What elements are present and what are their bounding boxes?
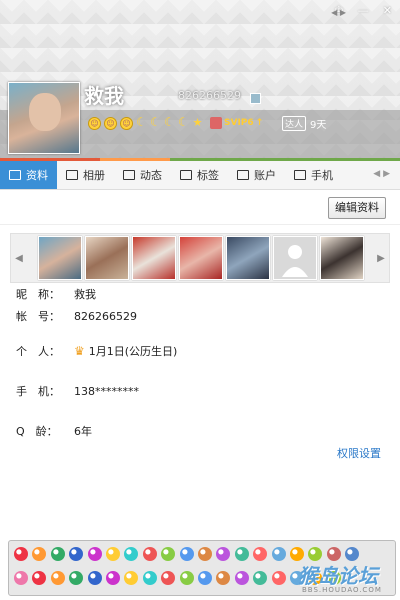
sun-icon: ☺ <box>104 117 117 130</box>
sun-icon: ☺ <box>88 117 101 130</box>
app-icon[interactable] <box>198 571 212 585</box>
app-icon[interactable] <box>234 547 249 561</box>
field-phone: 手 机： 138******** <box>16 383 139 399</box>
tab-label: 资料 <box>26 169 48 182</box>
app-icon[interactable] <box>142 571 157 585</box>
phone-icon <box>294 170 306 180</box>
field-value: 826266529 <box>74 309 137 323</box>
daren-days: 9天 <box>310 120 327 131</box>
photo-thumb-placeholder[interactable] <box>273 236 317 280</box>
watermark-text: 猴岛论坛 <box>298 564 378 588</box>
chevron-icon[interactable]: ◀ ▶ <box>331 8 346 17</box>
app-icon[interactable] <box>142 547 157 561</box>
moon-icon: ☾ <box>178 115 189 129</box>
avatar-face <box>29 93 61 131</box>
tab-label: 标签 <box>197 169 219 182</box>
field-personal: 个 人： ♛ 1月1日(公历生日) <box>16 343 177 359</box>
copy-icon[interactable] <box>250 93 261 104</box>
tab-label: 账户 <box>254 169 276 182</box>
sun-icon: ☺ <box>120 117 133 130</box>
photo-icon <box>66 170 78 180</box>
moon-icon: ☾ <box>164 115 175 129</box>
tag-icon <box>180 170 192 180</box>
field-value: 1月1日(公历生日) <box>88 345 178 358</box>
feed-icon <box>123 170 135 180</box>
tab-label: 动态 <box>140 169 162 182</box>
app-icon[interactable] <box>271 571 286 585</box>
arrow-up-icon: ↑ <box>255 118 264 128</box>
tab-profile[interactable]: 资料 <box>0 161 57 189</box>
wallet-icon <box>237 170 249 180</box>
daren-tag: 达人 <box>282 116 307 131</box>
app-icon[interactable] <box>179 571 194 585</box>
app-icon[interactable] <box>179 547 194 561</box>
chevron-left-icon[interactable]: ◀ <box>11 234 27 282</box>
app-icon[interactable] <box>87 547 102 561</box>
app-icon[interactable] <box>87 571 102 585</box>
app-icon[interactable] <box>50 571 65 585</box>
user-silhouette-icon <box>282 245 308 277</box>
field-label: Q 龄： <box>16 425 58 438</box>
minimize-icon[interactable]: — <box>358 4 369 17</box>
field-nickname: 昵 称： 救我 <box>16 286 96 302</box>
close-icon[interactable]: ✕ <box>383 4 392 17</box>
field-value: 138******** <box>74 384 139 398</box>
tab-feed[interactable]: 动态 <box>114 161 171 189</box>
tab-album[interactable]: 相册 <box>57 161 114 189</box>
photo-thumb[interactable] <box>85 236 129 280</box>
tab-account[interactable]: 账户 <box>228 161 285 189</box>
field-label: 昵 称： <box>16 288 60 301</box>
watermark-url: BBS.HOUDAO.COM <box>302 586 382 594</box>
photo-thumb[interactable] <box>226 236 270 280</box>
app-icon[interactable] <box>50 547 65 561</box>
app-icon[interactable] <box>106 571 120 585</box>
svip-badge[interactable]: SVIP6 ↑ <box>210 117 263 129</box>
edit-profile-button[interactable]: 编辑资料 <box>328 197 386 219</box>
tab-bar: 资料 相册 动态 标签 账户 手机 ◀ ▶ <box>0 161 400 190</box>
app-icon[interactable] <box>234 571 249 585</box>
photo-thumb[interactable] <box>320 236 364 280</box>
field-label: 手 机： <box>16 385 60 398</box>
app-icon[interactable] <box>106 547 120 561</box>
permission-settings-link[interactable]: 权限设置 <box>337 445 381 461</box>
watermark: 猴岛论坛 BBS.HOUDAO.COM <box>292 557 396 599</box>
photo-thumb[interactable] <box>132 236 176 280</box>
profile-card-icon <box>9 170 21 180</box>
svip-icon <box>210 117 222 129</box>
field-qage: Q 龄： 6年 <box>16 423 92 439</box>
tab-phone[interactable]: 手机 <box>285 161 342 189</box>
field-value: 6年 <box>74 425 92 438</box>
profile-qq-number: 826266529 <box>178 89 241 102</box>
photo-thumb[interactable] <box>38 236 82 280</box>
tab-scroll-icon[interactable]: ◀ ▶ <box>373 169 390 179</box>
crown-icon: ♛ <box>74 344 85 358</box>
photo-thumb[interactable] <box>179 236 223 280</box>
field-account: 帐 号： 826266529 <box>16 308 137 324</box>
chevron-right-icon[interactable]: ▶ <box>373 234 389 282</box>
app-icon[interactable] <box>271 547 286 561</box>
moon-icon: ☾ <box>150 115 161 129</box>
svip-label: SVIP6 <box>224 118 254 128</box>
field-value: 救我 <box>74 288 96 301</box>
photo-strip: ◀ ▶ <box>10 233 390 283</box>
tab-label: 相册 <box>83 169 105 182</box>
app-icon[interactable] <box>198 547 212 561</box>
level-icons[interactable]: ☺ ☺ ☺ ☾ ☾ ☾ ☾ ★ <box>88 115 203 130</box>
moon-icon: ☾ <box>136 115 147 129</box>
profile-nickname: 救我 <box>84 84 124 108</box>
field-label: 帐 号： <box>16 310 60 323</box>
app-icon[interactable] <box>14 571 28 585</box>
star-icon: ★ <box>192 116 203 129</box>
daren-info[interactable]: 达人 9天 <box>282 116 326 131</box>
app-icon[interactable] <box>14 547 28 561</box>
avatar[interactable] <box>8 82 80 154</box>
divider <box>0 224 400 225</box>
field-value-wrap: ♛ 1月1日(公历生日) <box>74 343 177 359</box>
tab-label: 手机 <box>311 169 333 182</box>
field-label: 个 人： <box>16 345 60 358</box>
tab-tags[interactable]: 标签 <box>171 161 228 189</box>
